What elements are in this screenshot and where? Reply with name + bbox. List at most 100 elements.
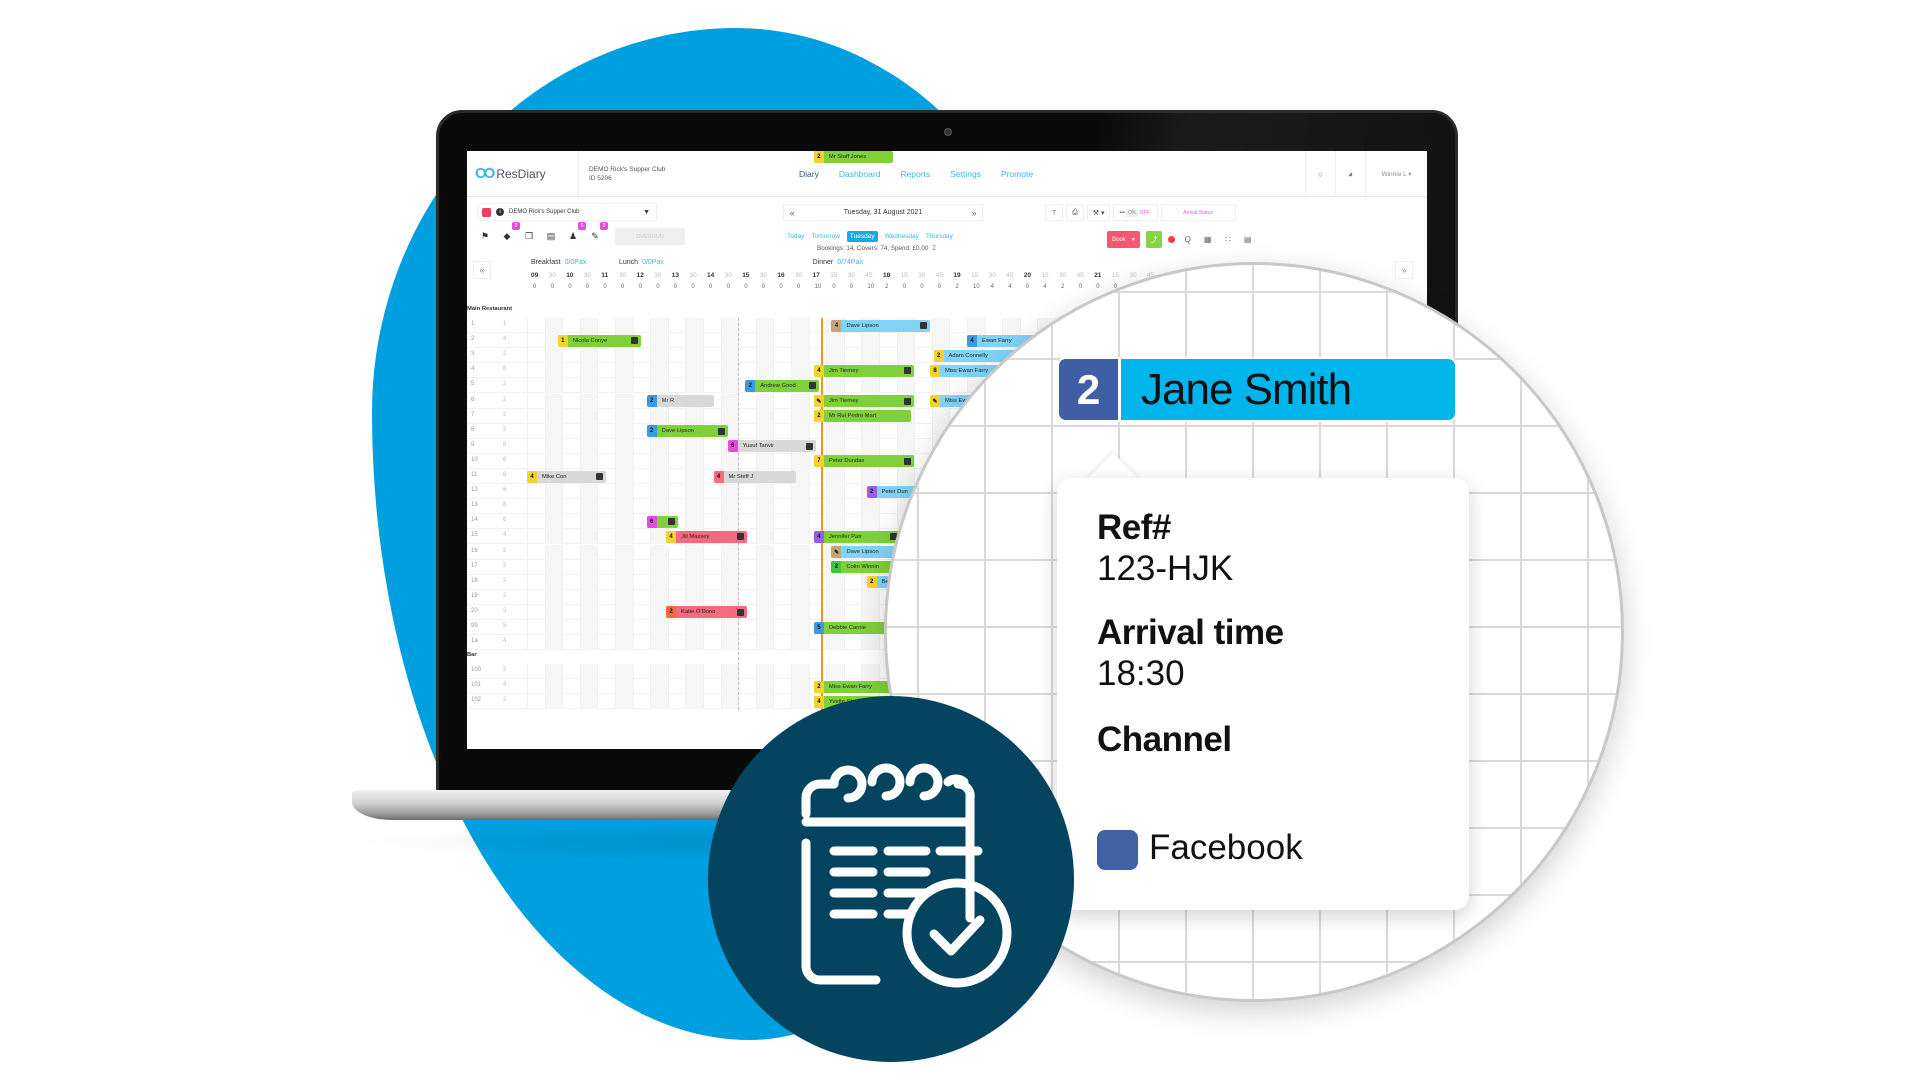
grid-cell[interactable] bbox=[843, 469, 862, 484]
grid-cell[interactable] bbox=[562, 318, 580, 333]
grid-cell[interactable] bbox=[667, 694, 686, 710]
grid-cell[interactable] bbox=[808, 499, 827, 515]
grid-cell[interactable] bbox=[861, 333, 879, 349]
grid-cell[interactable] bbox=[527, 438, 545, 454]
grid-cell[interactable] bbox=[527, 574, 545, 590]
grid-cell[interactable] bbox=[527, 544, 545, 560]
grid-cell[interactable] bbox=[650, 694, 668, 710]
grid-cell[interactable] bbox=[597, 589, 615, 605]
grid-cell[interactable] bbox=[527, 423, 545, 439]
grid-cell[interactable] bbox=[720, 453, 739, 469]
grid-cell[interactable] bbox=[579, 529, 598, 545]
grid-cell[interactable] bbox=[773, 393, 791, 409]
grid-cell[interactable] bbox=[703, 363, 721, 379]
grid-cell[interactable] bbox=[773, 423, 791, 439]
grid-cell[interactable] bbox=[615, 514, 633, 530]
grid-cell[interactable] bbox=[632, 438, 651, 454]
grid-cell[interactable] bbox=[773, 604, 791, 620]
grid-cell[interactable] bbox=[755, 635, 774, 651]
grid-cell[interactable] bbox=[791, 664, 809, 680]
grid-cell[interactable] bbox=[544, 589, 563, 605]
grid-cell[interactable] bbox=[527, 679, 545, 695]
grid-cell[interactable] bbox=[738, 423, 756, 439]
grid-cell[interactable] bbox=[685, 544, 703, 560]
grid-cell[interactable] bbox=[632, 318, 651, 333]
grid-cell[interactable] bbox=[703, 559, 721, 575]
grid-cell[interactable] bbox=[738, 559, 756, 575]
grid-cell[interactable] bbox=[843, 589, 862, 605]
grid-cell[interactable] bbox=[562, 529, 580, 545]
grid-cell[interactable] bbox=[597, 694, 615, 710]
grid-cell[interactable] bbox=[755, 679, 774, 695]
grid-cell[interactable] bbox=[738, 318, 756, 333]
grid-cell[interactable] bbox=[791, 574, 809, 590]
grid-cell[interactable] bbox=[685, 378, 703, 394]
grid-cell[interactable] bbox=[791, 484, 809, 500]
grid-cell[interactable] bbox=[703, 544, 721, 560]
grid-cell[interactable] bbox=[597, 453, 615, 469]
grid-cell[interactable] bbox=[544, 348, 563, 364]
grid-cell[interactable] bbox=[703, 333, 721, 349]
grid-cell[interactable] bbox=[791, 393, 809, 409]
grid-cell[interactable] bbox=[632, 408, 651, 424]
grid-cell[interactable] bbox=[755, 348, 774, 364]
grid-cell[interactable] bbox=[667, 363, 686, 379]
grid-cell[interactable] bbox=[667, 348, 686, 364]
grid-cell[interactable] bbox=[579, 393, 598, 409]
grid-cell[interactable] bbox=[579, 499, 598, 515]
grid-cell[interactable] bbox=[562, 453, 580, 469]
grid-cell[interactable] bbox=[755, 363, 774, 379]
grid-cell[interactable] bbox=[632, 378, 651, 394]
grid-cell[interactable] bbox=[579, 514, 598, 530]
grid-cell[interactable] bbox=[562, 679, 580, 695]
grid-cell[interactable] bbox=[685, 348, 703, 364]
grid-cell[interactable] bbox=[685, 589, 703, 605]
grid-cell[interactable] bbox=[791, 363, 809, 379]
grid-cell[interactable] bbox=[738, 589, 756, 605]
grid-cell[interactable] bbox=[773, 559, 791, 575]
grid-cell[interactable] bbox=[579, 559, 598, 575]
grid-cell[interactable] bbox=[720, 378, 739, 394]
grid-cell[interactable] bbox=[703, 408, 721, 424]
grid-cell[interactable] bbox=[632, 574, 651, 590]
grid-cell[interactable] bbox=[685, 318, 703, 333]
grid-cell[interactable] bbox=[597, 620, 615, 635]
booking-bar[interactable]: 2 Katie O'Dono bbox=[666, 606, 747, 619]
grid-cell[interactable] bbox=[791, 318, 809, 333]
grid-cell[interactable] bbox=[738, 679, 756, 695]
grid-cell[interactable] bbox=[773, 589, 791, 605]
grid-cell[interactable] bbox=[703, 514, 721, 530]
grid-cell[interactable] bbox=[579, 484, 598, 500]
grid-cell[interactable] bbox=[527, 333, 545, 349]
grid-cell[interactable] bbox=[615, 544, 633, 560]
grid-cell[interactable] bbox=[755, 514, 774, 530]
grid-cell[interactable] bbox=[632, 679, 651, 695]
grid-cell[interactable] bbox=[755, 589, 774, 605]
grid-cell[interactable] bbox=[632, 694, 651, 710]
grid-cell[interactable] bbox=[544, 453, 563, 469]
grid-cell[interactable] bbox=[667, 635, 686, 651]
grid-cell[interactable] bbox=[562, 514, 580, 530]
grid-cell[interactable] bbox=[527, 348, 545, 364]
grid-cell[interactable] bbox=[597, 664, 615, 680]
grid-cell[interactable] bbox=[562, 664, 580, 680]
grid-cell[interactable] bbox=[615, 679, 633, 695]
grid-cell[interactable] bbox=[808, 604, 827, 620]
grid-cell[interactable] bbox=[826, 589, 844, 605]
booking-bar[interactable]: 2 Andrew Good bbox=[745, 379, 820, 392]
grid-cell[interactable] bbox=[615, 438, 633, 454]
grid-cell[interactable] bbox=[808, 635, 827, 651]
service-pax[interactable]: 0/74Pax bbox=[837, 259, 863, 266]
grid-cell[interactable] bbox=[667, 408, 686, 424]
grid-cell[interactable] bbox=[720, 559, 739, 575]
grid-cell[interactable] bbox=[703, 620, 721, 635]
grid-cell[interactable] bbox=[738, 484, 756, 500]
grid-cell[interactable] bbox=[615, 664, 633, 680]
grid-cell[interactable] bbox=[738, 348, 756, 364]
grid-cell[interactable] bbox=[615, 378, 633, 394]
grid-cell[interactable] bbox=[632, 469, 651, 484]
grid-cell[interactable] bbox=[527, 635, 545, 651]
grid-cell[interactable] bbox=[808, 348, 827, 364]
grid-cell[interactable] bbox=[562, 544, 580, 560]
grid-cell[interactable] bbox=[826, 499, 844, 515]
